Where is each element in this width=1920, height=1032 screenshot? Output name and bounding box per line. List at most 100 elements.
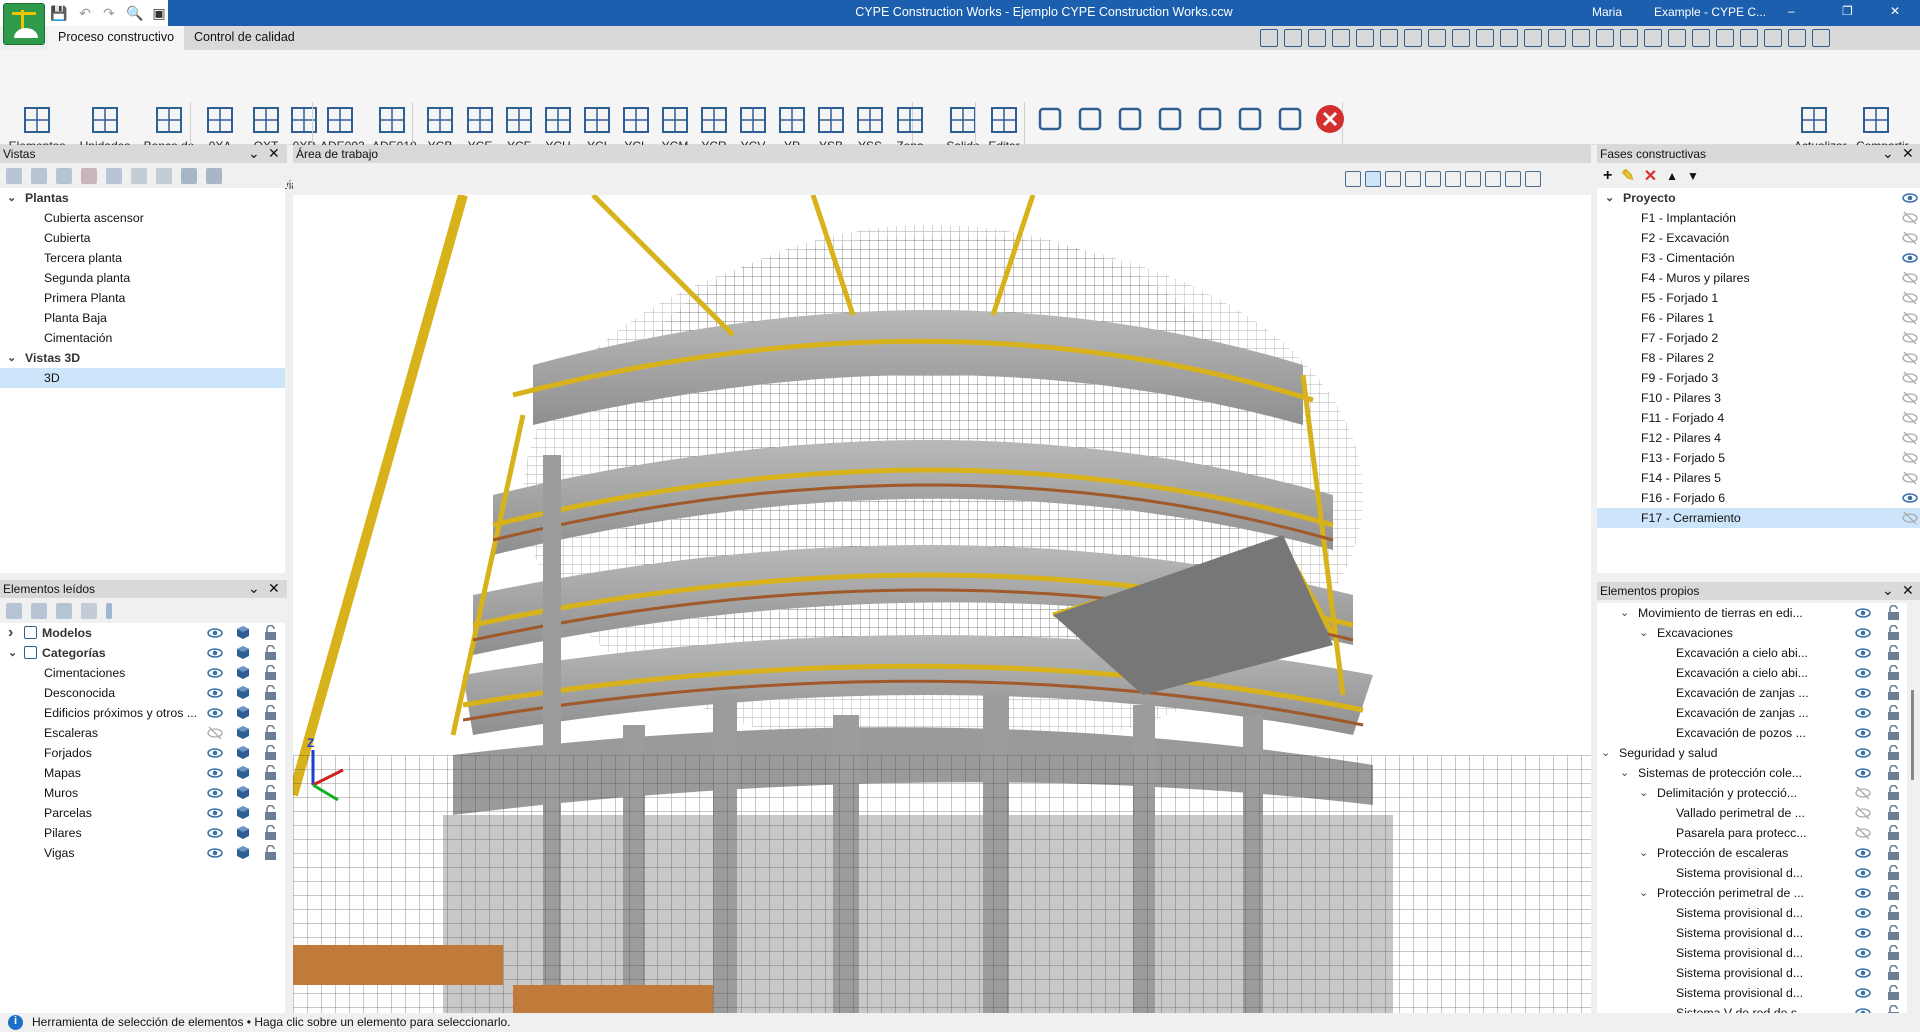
tree-item-sistema-provisional-d[interactable]: Sistema provisional d... — [1597, 943, 1907, 963]
move-up-icon[interactable]: ▲ — [1666, 169, 1678, 183]
eye-icon[interactable] — [1855, 646, 1871, 660]
tree-item-sistema-provisional-d[interactable]: Sistema provisional d... — [1597, 983, 1907, 1003]
tree-item-f1-implantaci-n[interactable]: F1 - Implantación — [1597, 208, 1920, 228]
tree-item-sistema-provisional-d[interactable]: Sistema provisional d... — [1597, 923, 1907, 943]
chevron-down-icon[interactable]: ⌄ — [7, 348, 16, 368]
tree-item-cubierta-ascensor[interactable]: Cubierta ascensor — [0, 208, 285, 228]
tree-item-cimentaci-n[interactable]: Cimentación — [0, 328, 285, 348]
eye-icon[interactable] — [1855, 726, 1871, 740]
frame-icon[interactable] — [1524, 29, 1542, 47]
book-icon[interactable] — [1812, 29, 1830, 47]
tree-item-forjados[interactable]: Forjados — [0, 743, 285, 763]
lock-open-icon[interactable] — [1887, 1004, 1900, 1013]
3d-viewport[interactable]: Z — [293, 195, 1591, 1013]
tree-group-modelos[interactable]: › Modelos — [0, 623, 285, 643]
tree-item-movimiento-de-tierras-en-edi[interactable]: ⌄ Movimiento de tierras en edi... — [1597, 603, 1907, 623]
move-down-icon[interactable]: ▼ — [1687, 169, 1699, 183]
eye-hidden-icon[interactable] — [1902, 391, 1918, 405]
copy-view-icon[interactable] — [56, 167, 72, 184]
chevron-down-icon[interactable]: ⌄ — [8, 643, 17, 663]
dwg-import-icon[interactable] — [1476, 29, 1494, 47]
cube-icon[interactable] — [236, 745, 250, 760]
delete-icon[interactable]: ✕ — [1644, 166, 1657, 186]
layers-3d-icon[interactable] — [1485, 171, 1501, 187]
tab-control-de-calidad[interactable]: Control de calidad — [184, 26, 305, 50]
delete-view-icon[interactable] — [81, 167, 97, 184]
move-icon[interactable] — [1075, 104, 1105, 134]
eye-icon[interactable] — [1855, 666, 1871, 680]
tree-group-vistas-3d[interactable]: ⌄ Vistas 3D — [0, 348, 285, 368]
panel-menu-icon[interactable]: ⌄ — [1882, 145, 1894, 162]
lock-open-icon[interactable] — [264, 804, 277, 820]
tree-item-f17-cerramiento[interactable]: F17 - Cerramiento — [1597, 508, 1920, 528]
tree-group-proyecto[interactable]: ⌄ Proyecto — [1597, 188, 1920, 208]
lock-open-icon[interactable] — [264, 704, 277, 720]
eye-icon[interactable] — [1855, 746, 1871, 760]
tab-proceso-constructivo[interactable]: Proceso constructivo — [48, 26, 185, 50]
search-icon[interactable]: 🔍 — [126, 4, 144, 22]
axes-icon[interactable] — [1345, 171, 1361, 187]
cube-icon[interactable] — [236, 685, 250, 700]
eye-icon[interactable] — [1855, 686, 1871, 700]
zoom-extents-icon[interactable] — [1260, 29, 1278, 47]
split-left-icon[interactable] — [31, 602, 47, 619]
layout-icon[interactable] — [1764, 29, 1782, 47]
chevron-down-icon[interactable]: ⌄ — [1620, 603, 1629, 623]
eye-hidden-icon[interactable] — [1902, 271, 1918, 285]
clock-icon[interactable] — [1668, 29, 1686, 47]
tree-item-pilares[interactable]: Pilares — [0, 823, 285, 843]
lock-open-icon[interactable] — [264, 764, 277, 780]
print-icon[interactable]: ▣ — [150, 4, 168, 22]
tree-item-muros[interactable]: Muros — [0, 783, 285, 803]
cube-icon[interactable] — [236, 645, 250, 660]
scrollbar-thumb[interactable] — [1911, 690, 1914, 780]
pencil-icon[interactable] — [1035, 104, 1065, 134]
eye-hidden-icon[interactable] — [1902, 331, 1918, 345]
lock-open-icon[interactable] — [264, 624, 277, 640]
section-diagonal-icon[interactable] — [1445, 171, 1461, 187]
panel-menu-icon[interactable]: ⌄ — [248, 580, 260, 597]
chevron-down-icon[interactable]: ⌄ — [1639, 843, 1648, 863]
tree-item-protecci-n-de-escaleras[interactable]: ⌄ Protección de escaleras — [1597, 843, 1907, 863]
eye-icon[interactable] — [207, 746, 223, 760]
view-cube-icon[interactable] — [1365, 171, 1381, 187]
eye-icon[interactable] — [207, 686, 223, 700]
dxf-import-icon[interactable] — [1452, 29, 1470, 47]
lock-open-icon[interactable] — [264, 664, 277, 680]
layers-icon[interactable] — [1692, 29, 1710, 47]
expand-tree-icon[interactable] — [6, 602, 22, 619]
eye-icon[interactable] — [207, 706, 223, 720]
tree-item-f6-pilares-1[interactable]: F6 - Pilares 1 — [1597, 308, 1920, 328]
clip-view-alt-icon[interactable] — [206, 167, 222, 184]
lock-open-icon[interactable] — [1887, 784, 1900, 800]
lock-open-icon[interactable] — [264, 684, 277, 700]
project-name[interactable]: Example - CYPE C... — [1654, 5, 1766, 19]
eye-icon[interactable] — [207, 646, 223, 660]
tree-item-f2-excavaci-n[interactable]: F2 - Excavación — [1597, 228, 1920, 248]
zoom-previous-icon[interactable] — [1308, 29, 1326, 47]
tree-item-sistemas-de-protecci-n-cole[interactable]: ⌄ Sistemas de protección cole... — [1597, 763, 1907, 783]
eye-icon[interactable] — [207, 846, 223, 860]
eye-hidden-icon[interactable] — [1902, 291, 1918, 305]
eye-icon[interactable] — [207, 766, 223, 780]
pan-icon[interactable] — [1380, 29, 1398, 47]
tree-item-cubierta[interactable]: Cubierta — [0, 228, 285, 248]
info-icon[interactable] — [106, 602, 112, 619]
chevron-down-icon[interactable]: ⌄ — [1639, 783, 1648, 803]
chevron-down-icon[interactable]: ⌄ — [1605, 188, 1614, 208]
zoom-window-icon[interactable] — [1284, 29, 1302, 47]
eye-icon[interactable] — [207, 826, 223, 840]
tree-item-f10-pilares-3[interactable]: F10 - Pilares 3 — [1597, 388, 1920, 408]
tree-item-seguridad-y-salud[interactable]: ⌄ Seguridad y salud — [1597, 743, 1907, 763]
angle-icon[interactable] — [1644, 29, 1662, 47]
tree-item-f4-muros-y-pilares[interactable]: F4 - Muros y pilares — [1597, 268, 1920, 288]
tree-item-vallado-perimetral-de[interactable]: Vallado perimetral de ... — [1597, 803, 1907, 823]
eye-icon[interactable] — [1855, 906, 1871, 920]
cube-icon[interactable] — [236, 845, 250, 860]
lock-open-icon[interactable] — [1887, 904, 1900, 920]
close-button[interactable]: ✕ — [1890, 4, 1900, 18]
rotate-icon[interactable] — [1115, 104, 1145, 134]
view-visibility-icon[interactable] — [106, 167, 122, 184]
eye-icon[interactable] — [1855, 866, 1871, 880]
eye-icon[interactable] — [1855, 766, 1871, 780]
